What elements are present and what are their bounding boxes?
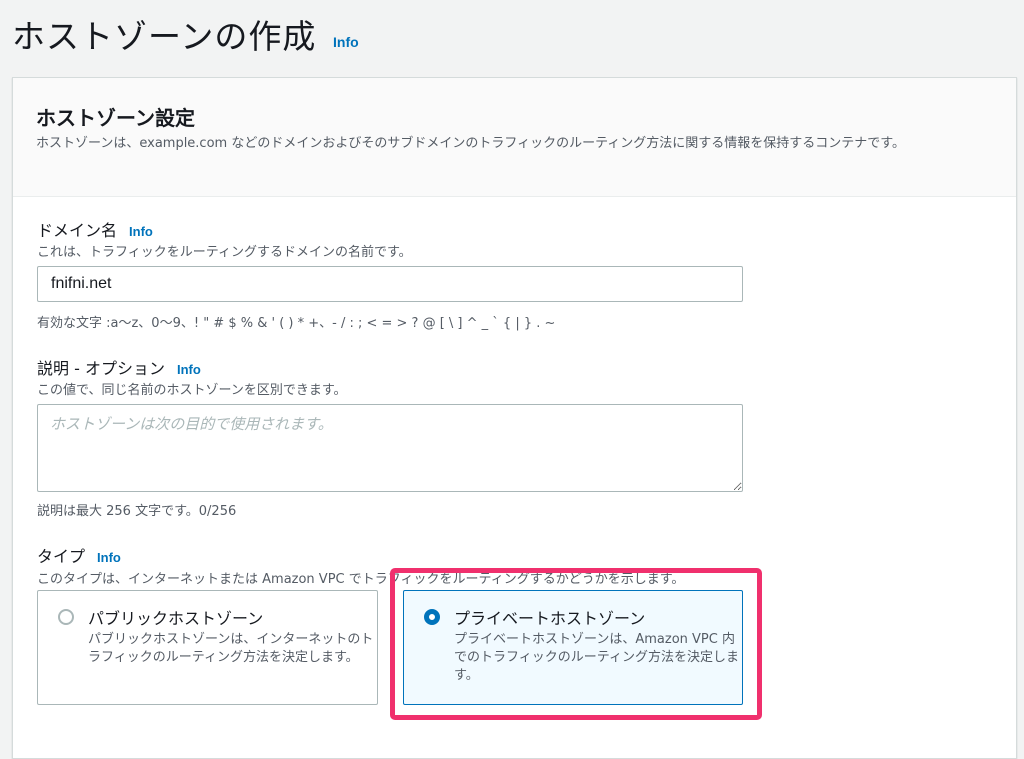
private-option-description: プライベートホストゾーンは、Amazon VPC 内でのトラフィックのルーティン… xyxy=(454,632,739,683)
description-textarea[interactable] xyxy=(37,404,743,492)
private-radio-button[interactable] xyxy=(424,609,440,625)
type-description: このタイプは、インターネットまたは Amazon VPC でトラフィックをルーテ… xyxy=(37,572,685,587)
private-option-title: プライベートホストゾーン xyxy=(454,609,646,628)
panel-header: ホストゾーン設定 ホストゾーンは、example.com などのドメインおよびそ… xyxy=(13,78,1016,197)
description-label: 説明 - オプション Info xyxy=(37,355,201,379)
page-info-link[interactable]: Info xyxy=(333,34,359,50)
description-field-description: この値で、同じ名前のホストゾーンを区別できます。 xyxy=(37,383,347,398)
public-hosted-zone-option[interactable]: パブリックホストゾーン パブリックホストゾーンは、インターネットのトラフィックの… xyxy=(37,590,378,705)
domain-name-input[interactable] xyxy=(37,266,743,302)
private-hosted-zone-option[interactable]: プライベートホストゾーン プライベートホストゾーンは、Amazon VPC 内で… xyxy=(403,590,743,705)
description-info-link[interactable]: Info xyxy=(177,362,201,377)
public-option-title: パブリックホストゾーン xyxy=(88,609,264,628)
type-info-link[interactable]: Info xyxy=(97,550,121,565)
public-radio-button[interactable] xyxy=(58,609,74,625)
domain-name-description: これは、トラフィックをルーティングするドメインの名前です。 xyxy=(37,245,412,260)
domain-name-label-text: ドメイン名 xyxy=(37,221,118,240)
domain-name-label: ドメイン名 Info xyxy=(37,217,153,241)
type-label-text: タイプ xyxy=(37,547,86,566)
public-option-description: パブリックホストゾーンは、インターネットのトラフィックのルーティング方法を決定し… xyxy=(88,632,374,665)
domain-name-constraint: 有効な文字 :a〜z、0〜9、! " # $ % & ' ( ) * +、- /… xyxy=(37,316,556,331)
panel-description: ホストゾーンは、example.com などのドメインおよびそのサブドメインのト… xyxy=(36,136,905,151)
type-label: タイプ Info xyxy=(37,543,121,567)
panel-title: ホストゾーン設定 xyxy=(36,106,195,130)
description-constraint: 説明は最大 256 文字です。0/256 xyxy=(37,504,237,519)
page-title: ホストゾーンの作成 xyxy=(12,17,317,56)
description-label-text: 説明 - オプション xyxy=(37,359,165,378)
hosted-zone-settings-panel: ホストゾーン設定 ホストゾーンは、example.com などのドメインおよびそ… xyxy=(12,77,1017,759)
domain-name-info-link[interactable]: Info xyxy=(129,224,153,239)
